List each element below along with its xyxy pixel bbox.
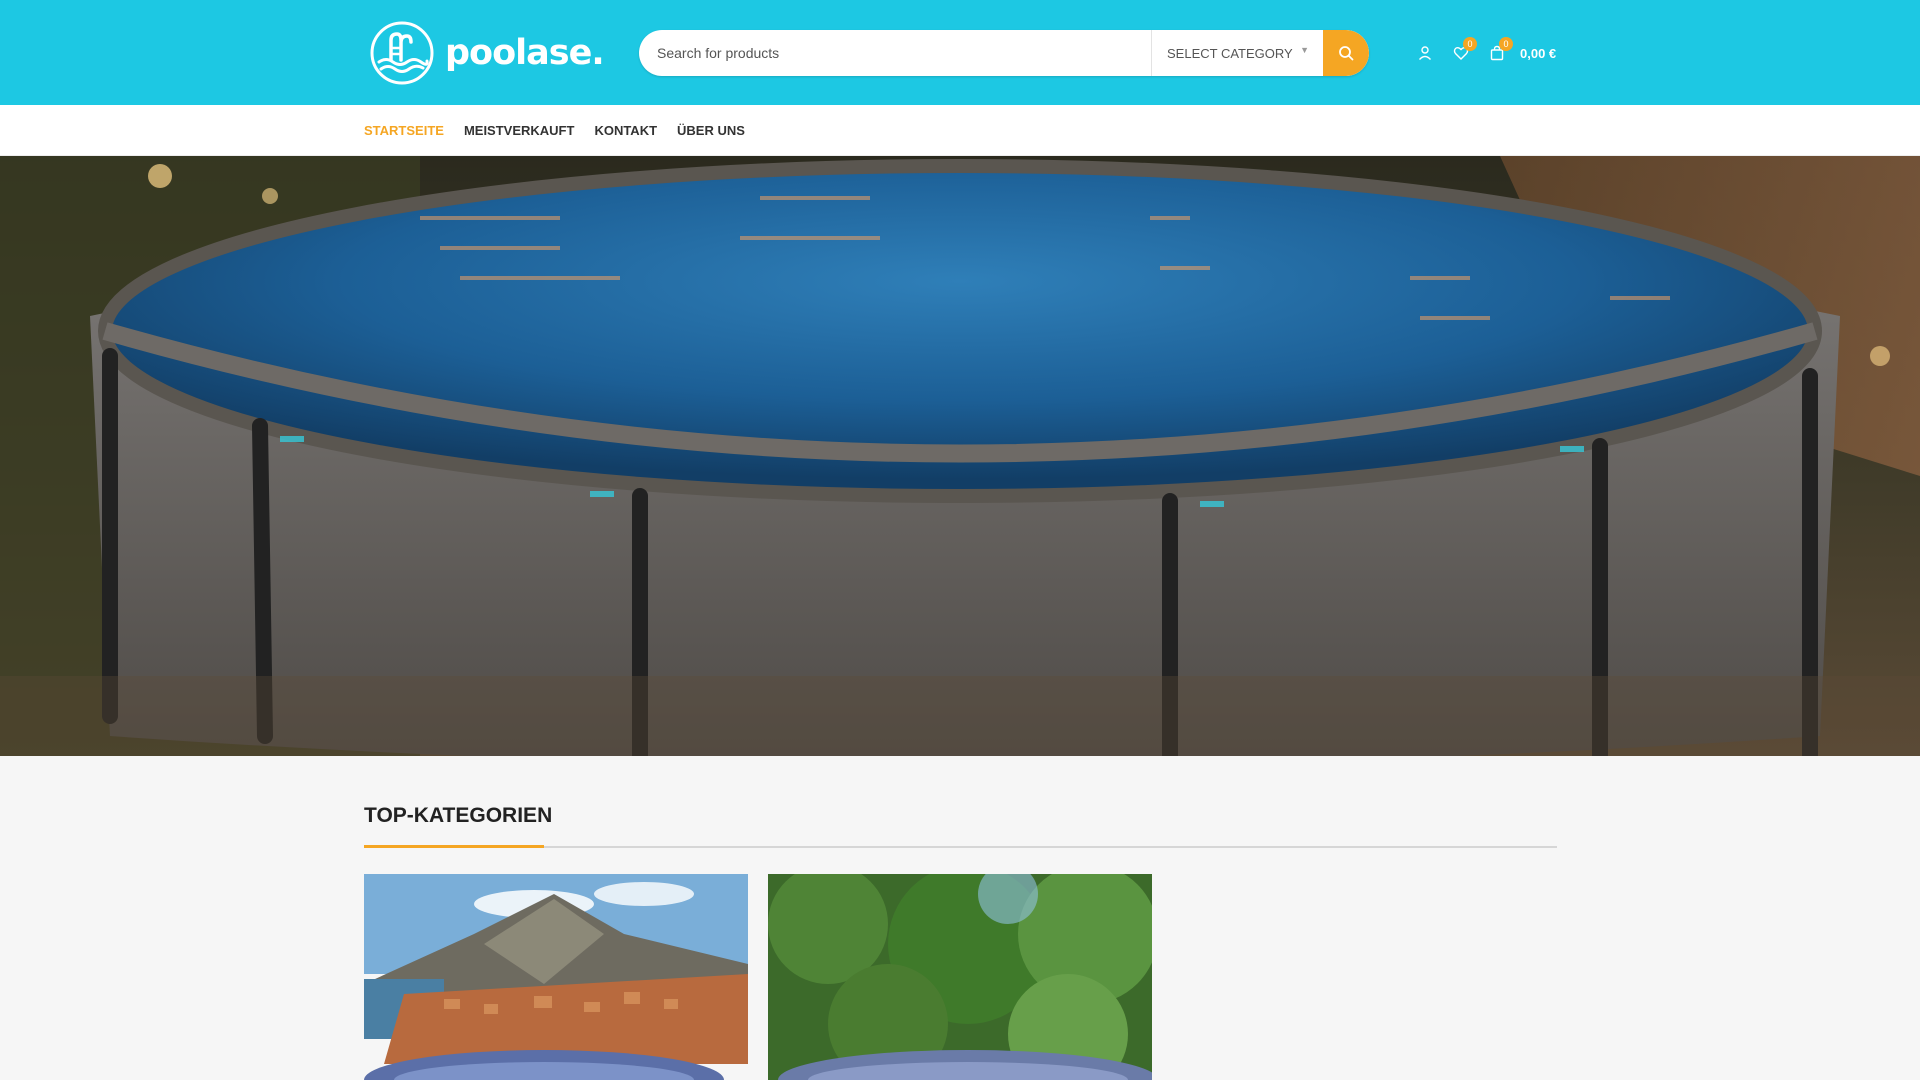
brand-name: poolase. [445, 33, 605, 73]
search-button[interactable] [1323, 30, 1369, 76]
category-select[interactable]: SELECT CATEGORY ▼ [1151, 30, 1323, 76]
section-title: TOP-KATEGORIEN [364, 804, 553, 827]
pool-ladder-waves-logo-icon [370, 21, 434, 85]
header-actions: 0 0 0,00 € [1410, 37, 1556, 68]
top-categories-section: TOP-KATEGORIEN [364, 804, 1557, 848]
nav-item-startseite[interactable]: STARTSEITE [364, 123, 444, 138]
site-header: poolase. SELECT CATEGORY ▼ 0 [0, 0, 1920, 105]
category-image-lake-hot-tub [364, 874, 748, 1080]
nav-item-meistverkauft[interactable]: MEISTVERKAUFT [464, 123, 575, 138]
category-select-label: SELECT CATEGORY [1167, 45, 1293, 61]
wishlist-button[interactable]: 0 [1446, 37, 1477, 68]
cart-count-badge: 0 [1499, 37, 1513, 51]
cart-button[interactable]: 0 [1482, 37, 1513, 68]
account-button[interactable] [1410, 38, 1440, 68]
category-card[interactable] [364, 874, 748, 1080]
cart-total[interactable]: 0,00 € [1520, 46, 1556, 61]
main-navigation: STARTSEITE MEISTVERKAUFT KONTAKT ÜBER UN… [0, 105, 1920, 156]
nav-item-kontakt[interactable]: KONTAKT [594, 123, 657, 138]
category-card[interactable] [768, 874, 1152, 1080]
nav-item-ueber-uns[interactable]: ÜBER UNS [677, 123, 745, 138]
search-input[interactable] [639, 30, 1151, 76]
chevron-down-icon: ▼ [1300, 45, 1309, 55]
search-bar: SELECT CATEGORY ▼ [639, 30, 1369, 76]
site-logo[interactable]: poolase. [369, 20, 609, 86]
hero-banner-image [0, 156, 1920, 756]
category-image-garden-hot-tub [768, 874, 1152, 1080]
wishlist-count-badge: 0 [1463, 37, 1477, 51]
search-icon [1339, 46, 1354, 61]
user-icon [1418, 46, 1432, 60]
section-divider-accent [364, 845, 544, 848]
above-ground-pool-photo [0, 156, 1920, 756]
